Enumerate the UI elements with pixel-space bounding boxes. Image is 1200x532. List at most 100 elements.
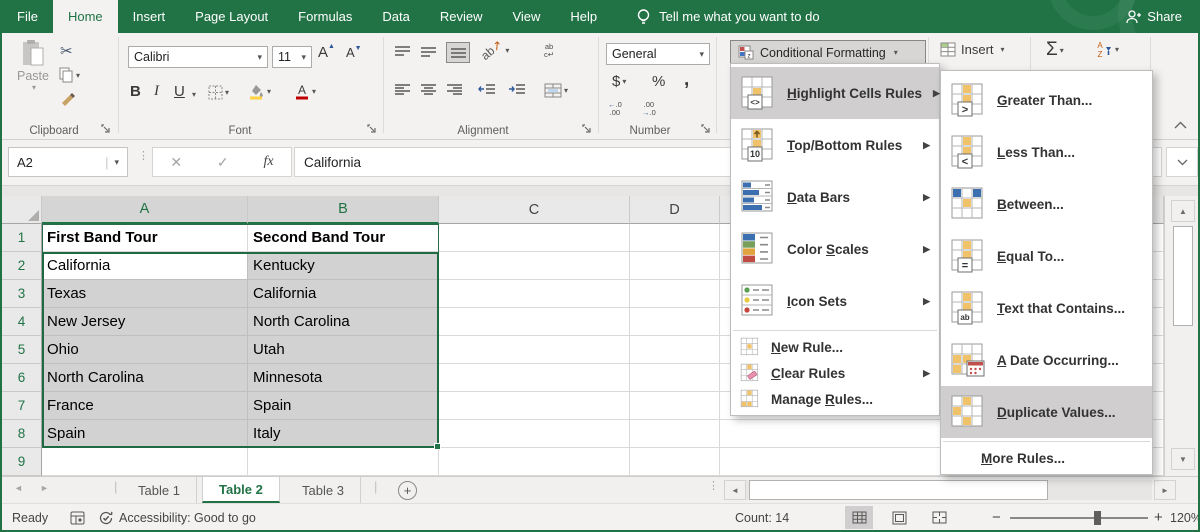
ribbon-tab-review[interactable]: Review [425, 0, 498, 33]
row-header-9[interactable]: 9 [2, 448, 42, 476]
row-header-6[interactable]: 6 [2, 364, 42, 392]
cell-D3[interactable] [630, 280, 720, 308]
cell-A6[interactable]: North Carolina [42, 364, 248, 392]
cell-C9[interactable] [439, 448, 630, 476]
zoom-out-button[interactable]: − [992, 504, 1001, 531]
autosum-button[interactable]: Σ ▾ [1046, 39, 1064, 61]
cell-D1[interactable] [630, 224, 720, 252]
ribbon-tab-insert[interactable]: Insert [118, 0, 181, 33]
cell-A2[interactable]: California [42, 252, 248, 280]
scroll-up-button[interactable]: ▲ [1171, 200, 1195, 222]
underline-dropdown-arrow[interactable]: ▾ [192, 90, 196, 99]
cell-A1[interactable]: First Band Tour [42, 224, 248, 252]
menu-item-highlight-cells-rules[interactable]: <> Highlight Cells Rules ▶ [731, 67, 940, 119]
merge-center-button[interactable]: ▾ [544, 83, 568, 98]
menu-item-manage-rules[interactable]: Manage Rules... [731, 386, 939, 412]
menu-item-greater-than[interactable]: > Greater Than... [941, 74, 1152, 126]
row-header-8[interactable]: 8 [2, 420, 42, 448]
cell-B3[interactable]: California [248, 280, 439, 308]
cell-D7[interactable] [630, 392, 720, 420]
formula-bar-expand-button[interactable] [1166, 147, 1198, 177]
cell-D8[interactable] [630, 420, 720, 448]
menu-item-text-that-contains[interactable]: ab Text that Contains... [941, 282, 1152, 334]
menu-item-color-scales[interactable]: Color Scales ▶ [731, 223, 939, 275]
font-size-combo[interactable]: 11 ▾ [272, 46, 312, 68]
column-header-b[interactable]: B [248, 196, 439, 224]
menu-item-more-rules[interactable]: More Rules... [941, 445, 1152, 471]
alignment-dialog-launcher[interactable] [581, 123, 593, 135]
cell-A7[interactable]: France [42, 392, 248, 420]
menu-item-top-bottom-rules[interactable]: 10 Top/Bottom Rules ▶ [731, 119, 939, 171]
share-button[interactable]: Share [1125, 0, 1182, 33]
cell-A8[interactable]: Spain [42, 420, 248, 448]
ribbon-tab-file[interactable]: File [2, 0, 53, 33]
sheet-tab-table-2[interactable]: Table 2 [202, 477, 280, 503]
tab-scroll-right-icon[interactable]: ► [40, 483, 49, 493]
zoom-slider-track[interactable] [1010, 517, 1148, 519]
copy-button[interactable]: ▾ [59, 67, 80, 83]
macro-record-button[interactable] [70, 504, 85, 531]
sheet-tab-table-1[interactable]: Table 1 [122, 477, 197, 503]
top-align-button[interactable] [394, 45, 411, 59]
cell-C7[interactable] [439, 392, 630, 420]
cell-C3[interactable] [439, 280, 630, 308]
cancel-icon[interactable]: ✕ [170, 154, 182, 171]
shrink-font-button[interactable]: A ▼ [346, 45, 362, 60]
row-header-4[interactable]: 4 [2, 308, 42, 336]
horizontal-scroll-thumb[interactable] [749, 480, 1048, 500]
row-header-7[interactable]: 7 [2, 392, 42, 420]
cell-x59[interactable] [720, 448, 950, 476]
hscroll-right-button[interactable]: ► [1154, 480, 1176, 500]
cell-D6[interactable] [630, 364, 720, 392]
name-box[interactable]: A2 | ▾ [8, 147, 128, 177]
format-painter-button[interactable] [60, 91, 76, 107]
cell-B8[interactable]: Italy [248, 420, 439, 448]
select-all-corner[interactable] [2, 196, 42, 224]
row-header-3[interactable]: 3 [2, 280, 42, 308]
column-header-a[interactable]: A [42, 196, 248, 224]
accessibility-status[interactable]: Accessibility: Good to go [98, 504, 256, 531]
cell-B4[interactable]: North Carolina [248, 308, 439, 336]
tab-scroll-left-icon[interactable]: ◄ [14, 483, 23, 493]
middle-align-button[interactable] [420, 45, 437, 59]
cell-B9[interactable] [248, 448, 439, 476]
ribbon-tab-home[interactable]: Home [52, 0, 118, 33]
column-header-c[interactable]: C [439, 196, 630, 224]
menu-item-a-date-occurring[interactable]: A Date Occurring... [941, 334, 1152, 386]
comma-style-button[interactable]: , [684, 69, 689, 91]
cell-C4[interactable] [439, 308, 630, 336]
paste-button[interactable]: Paste ▾ [10, 39, 56, 123]
orientation-button[interactable]: ab↗ ▾ [478, 37, 509, 63]
align-left-button[interactable] [394, 83, 411, 97]
splitter-dots[interactable]: ⋮ [708, 481, 719, 492]
insert-cells-button[interactable]: Insert ▾ [940, 42, 1005, 57]
fill-color-button[interactable]: ▾ [248, 83, 271, 100]
new-sheet-button[interactable]: + [398, 481, 417, 500]
insert-function-icon[interactable]: fx [263, 154, 273, 170]
enter-icon[interactable]: ✓ [217, 154, 229, 171]
font-dialog-launcher[interactable] [366, 123, 378, 135]
vertical-scrollbar[interactable]: ▲ ▼ [1164, 196, 1198, 476]
clipboard-dialog-launcher[interactable] [100, 123, 112, 135]
column-header-d[interactable]: D [630, 196, 720, 224]
cell-B2[interactable]: Kentucky [248, 252, 439, 280]
cell-C1[interactable] [439, 224, 630, 252]
percent-style-button[interactable]: % [652, 73, 665, 90]
menu-item-icon-sets[interactable]: Icon Sets ▶ [731, 275, 939, 327]
tell-me-box[interactable]: Tell me what you want to do [636, 0, 820, 33]
hscroll-left-button[interactable]: ◄ [724, 480, 746, 500]
cell-B5[interactable]: Utah [248, 336, 439, 364]
cell-C8[interactable] [439, 420, 630, 448]
ribbon-tab-help[interactable]: Help [555, 0, 612, 33]
align-center-button[interactable] [420, 83, 437, 97]
underline-button[interactable]: U [174, 83, 185, 100]
menu-item-equal-to[interactable]: = Equal To... [941, 230, 1152, 282]
number-dialog-launcher[interactable] [700, 123, 712, 135]
decrease-decimal-button[interactable]: .00 →.0 [642, 101, 656, 117]
grow-font-button[interactable]: A ▲ [318, 43, 335, 61]
ribbon-tab-data[interactable]: Data [367, 0, 424, 33]
cell-A9[interactable] [42, 448, 248, 476]
row-header-1[interactable]: 1 [2, 224, 42, 252]
zoom-level[interactable]: 120% [1170, 504, 1198, 531]
cell-D5[interactable] [630, 336, 720, 364]
